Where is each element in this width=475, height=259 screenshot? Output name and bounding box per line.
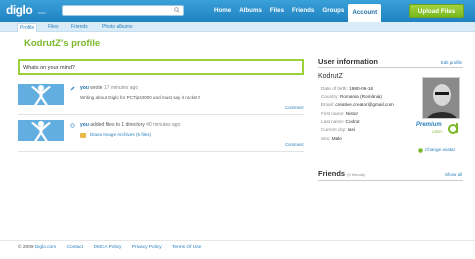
search-box[interactable] bbox=[62, 5, 184, 16]
feed-actor[interactable]: you bbox=[80, 85, 89, 91]
info-value: Iasi bbox=[347, 127, 355, 132]
feed-item-header: you added files to 1 directory 40 minute… bbox=[80, 122, 180, 128]
footer-privacy-link[interactable]: Privacy Policy bbox=[132, 245, 162, 250]
info-label: Date of birth: bbox=[321, 86, 348, 91]
search-icon[interactable] bbox=[174, 7, 180, 13]
info-label: Email: bbox=[321, 102, 335, 107]
footer: © 2009 Diglo.com Contact DMCA Policy Pri… bbox=[18, 245, 201, 250]
profile-username: KodrutZ bbox=[318, 73, 343, 80]
change-avatar-icon bbox=[418, 148, 423, 153]
info-last-name: Last name: Codrut bbox=[321, 119, 360, 124]
premium-badge-icon bbox=[448, 123, 458, 134]
footer-contact-link[interactable]: Contact bbox=[67, 245, 84, 250]
search-input[interactable] bbox=[63, 6, 171, 15]
feed-divider bbox=[18, 151, 304, 152]
diglo-logo[interactable]: diglo bbox=[6, 3, 33, 17]
nav-groups[interactable]: Groups bbox=[318, 0, 348, 22]
friends-title: Friends bbox=[318, 169, 346, 178]
info-country: Country: Romania (România) bbox=[321, 94, 382, 99]
subnav-profile[interactable]: Profile bbox=[17, 23, 38, 32]
top-bar: diglo .com Home Albums Files Friends Gro… bbox=[0, 0, 475, 22]
feed-item-header: you wrote 17 minutes ago bbox=[80, 85, 138, 91]
info-label: Current city: bbox=[321, 127, 347, 132]
directory-link[interactable]: Diana Image Archives (5 files) bbox=[90, 132, 151, 137]
nav-albums[interactable]: Albums bbox=[235, 0, 266, 22]
info-value: Nistor bbox=[345, 111, 359, 116]
status-input[interactable] bbox=[20, 62, 300, 73]
feed-time: 40 minutes ago bbox=[146, 122, 181, 128]
info-value: creative.creator@gmail.com bbox=[335, 102, 394, 107]
info-label: Sex: bbox=[321, 136, 331, 141]
feed-actor[interactable]: you bbox=[80, 122, 89, 128]
info-value: Romania (România) bbox=[340, 94, 382, 99]
sub-nav: Profile Files Friends Photo albums bbox=[0, 22, 475, 32]
info-value: 1980-06-16 bbox=[349, 86, 374, 91]
avatar[interactable] bbox=[18, 84, 64, 105]
feed-item-text: Writing about Diglo for PCTips3000 and m… bbox=[80, 95, 200, 100]
friends-count: (0 friends) bbox=[347, 172, 366, 177]
show-all-friends-link[interactable]: Show all bbox=[430, 172, 462, 177]
info-first-name: First name: Nistor bbox=[321, 111, 358, 116]
subnav-friends[interactable]: Friends bbox=[71, 24, 88, 30]
info-label: Last name: bbox=[321, 119, 345, 124]
info-value: Male bbox=[331, 136, 342, 141]
copyright: © 2009 bbox=[18, 245, 34, 250]
info-value: Codrut bbox=[345, 119, 360, 124]
info-label: First name: bbox=[321, 111, 345, 116]
user-info-divider bbox=[318, 67, 463, 68]
premium-sublabel: USER bbox=[432, 130, 442, 134]
footer-dmca-link[interactable]: DMCA Policy bbox=[93, 245, 121, 250]
friends-divider bbox=[318, 180, 463, 181]
subnav-photo-albums[interactable]: Photo albums bbox=[102, 24, 133, 30]
status-box[interactable] bbox=[18, 59, 304, 75]
info-label: Country: bbox=[321, 94, 339, 99]
info-sex: Sex: Male bbox=[321, 136, 342, 141]
friends-heading: Friends (0 friends) bbox=[318, 169, 365, 178]
subnav-files[interactable]: Files bbox=[48, 24, 59, 30]
refresh-icon bbox=[70, 123, 75, 128]
upload-files-button[interactable]: Upload Files bbox=[409, 4, 464, 18]
nav-files[interactable]: Files bbox=[266, 0, 288, 22]
nav-account[interactable]: Account bbox=[348, 4, 382, 22]
feed-time: 17 minutes ago bbox=[103, 85, 139, 91]
nav-friends[interactable]: Friends bbox=[288, 0, 318, 22]
comment-link[interactable]: Comment bbox=[285, 105, 304, 110]
page-title: KodrutZ's profile bbox=[24, 38, 101, 49]
feed-verb: wrote bbox=[90, 85, 103, 91]
info-email: Email: creative.creator@gmail.com bbox=[321, 102, 394, 107]
change-avatar-link[interactable]: Change avatar bbox=[425, 147, 455, 152]
logo-suffix: .com bbox=[37, 10, 46, 15]
feed-divider bbox=[18, 114, 304, 115]
info-dob: Date of birth: 1980-06-16 bbox=[321, 86, 373, 91]
main-nav: Home Albums Files Friends Groups Account bbox=[210, 0, 382, 22]
nav-home[interactable]: Home bbox=[210, 0, 235, 22]
footer-divider bbox=[0, 240, 475, 241]
avatar[interactable] bbox=[18, 120, 64, 141]
premium-label: Premium bbox=[416, 122, 442, 128]
info-city: Current city: Iasi bbox=[321, 127, 355, 132]
footer-brand-link[interactable]: Diglo.com bbox=[35, 245, 56, 250]
user-info-heading: User information bbox=[318, 57, 379, 66]
folder-icon bbox=[80, 133, 86, 138]
edit-profile-link[interactable]: Edit profile bbox=[430, 60, 462, 65]
profile-photo[interactable] bbox=[422, 77, 460, 119]
pencil-icon bbox=[70, 86, 75, 91]
feed-verb: added files to 1 directory bbox=[90, 122, 145, 128]
footer-terms-link[interactable]: Terms Of Use bbox=[172, 245, 201, 250]
comment-link[interactable]: Comment bbox=[285, 142, 304, 147]
